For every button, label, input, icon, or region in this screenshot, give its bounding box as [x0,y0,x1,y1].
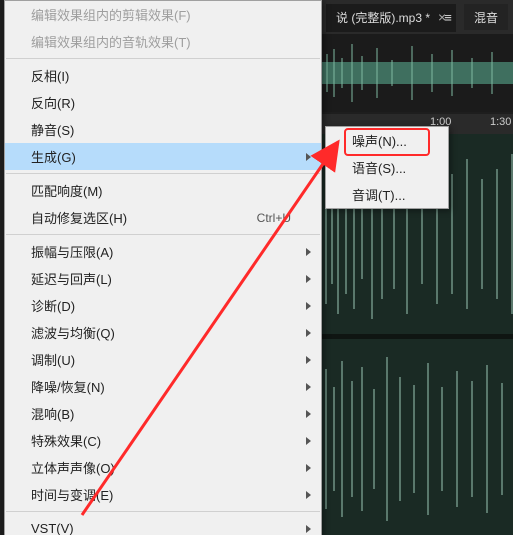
menu-reverb[interactable]: 混响(B) [5,400,321,427]
submenu-arrow-icon [306,356,311,364]
menu-amplitude[interactable]: 振幅与压限(A) [5,238,321,265]
menu-reverse[interactable]: 反向(R) [5,89,321,116]
submenu-arrow-icon [306,383,311,391]
menu-filter-eq[interactable]: 滤波与均衡(Q) [5,319,321,346]
menu-delay[interactable]: 延迟与回声(L) [5,265,321,292]
menu-noise-restore[interactable]: 降噪/恢复(N) [5,373,321,400]
submenu-arrow-icon [306,275,311,283]
menu-diagnostics[interactable]: 诊断(D) [5,292,321,319]
menu-shortcut: Ctrl+U [257,211,291,225]
menu-edit-track-fx: 编辑效果组内的音轨效果(T) [5,28,321,55]
menu-label: 调制(U) [31,350,75,369]
menu-label: 滤波与均衡(Q) [31,323,115,342]
submenu-arrow-icon [306,525,311,533]
menu-label: 诊断(D) [31,296,75,315]
submenu-arrow-icon [306,491,311,499]
menu-separator [6,511,320,512]
file-tab[interactable]: 说 (完整版).mp3 * × [326,4,456,32]
submenu-tone[interactable]: 音调(T)... [326,181,448,208]
menu-label: 降噪/恢复(N) [31,377,105,396]
menu-label: 自动修复选区(H) [31,208,127,227]
menu-label: 反相(I) [31,66,69,85]
submenu-arrow-icon [306,248,311,256]
menu-time-pitch[interactable]: 时间与变调(E) [5,481,321,508]
menu-label: 匹配响度(M) [31,181,103,200]
menu-separator [6,234,320,235]
menu-label: 生成(G) [31,147,76,166]
tab-menu-icon[interactable]: ≡ [438,4,458,30]
mixer-tab[interactable]: 混音 [464,4,508,30]
overview-waveform[interactable] [322,34,513,112]
effects-menu: 编辑效果组内的剪辑效果(F) 编辑效果组内的音轨效果(T) 反相(I) 反向(R… [4,0,322,535]
menu-label: 编辑效果组内的音轨效果(T) [31,32,191,51]
menu-stereo[interactable]: 立体声声像(O) [5,454,321,481]
menu-invert[interactable]: 反相(I) [5,62,321,89]
menu-modulation[interactable]: 调制(U) [5,346,321,373]
menu-edit-clip-fx: 编辑效果组内的剪辑效果(F) [5,1,321,28]
menu-label: 特殊效果(C) [31,431,101,450]
menu-label: 立体声声像(O) [31,458,115,477]
submenu-speech[interactable]: 语音(S)... [326,154,448,181]
menu-vst[interactable]: VST(V) [5,515,321,535]
submenu-arrow-icon [306,410,311,418]
menu-separator [6,173,320,174]
menu-label: 振幅与压限(A) [31,242,113,261]
submenu-noise[interactable]: 噪声(N)... [326,127,448,154]
menu-label: 音调(T)... [352,185,405,204]
menu-label: VST(V) [31,521,74,535]
menu-silence[interactable]: 静音(S) [5,116,321,143]
mixer-tab-label: 混音 [474,9,498,26]
file-tab-label: 说 (完整版).mp3 * [336,9,430,26]
menu-label: 反向(R) [31,93,75,112]
submenu-arrow-icon [306,464,311,472]
submenu-arrow-icon [306,329,311,337]
submenu-arrow-icon [306,437,311,445]
menu-label: 噪声(N)... [352,131,407,150]
submenu-arrow-icon [306,302,311,310]
menu-label: 语音(S)... [352,158,406,177]
menu-match-loudness[interactable]: 匹配响度(M) [5,177,321,204]
submenu-arrow-icon [306,153,311,161]
generate-submenu: 噪声(N)... 语音(S)... 音调(T)... [325,126,449,209]
menu-label: 混响(B) [31,404,74,423]
menu-label: 时间与变调(E) [31,485,113,504]
menu-label: 编辑效果组内的剪辑效果(F) [31,5,191,24]
menu-auto-heal[interactable]: 自动修复选区(H) Ctrl+U [5,204,321,231]
menu-special[interactable]: 特殊效果(C) [5,427,321,454]
menu-generate[interactable]: 生成(G) [5,143,321,170]
menu-separator [6,58,320,59]
waveform-graphic [322,34,513,112]
time-marker: 1:30 [490,116,511,128]
menu-label: 静音(S) [31,120,74,139]
menu-label: 延迟与回声(L) [31,269,112,288]
